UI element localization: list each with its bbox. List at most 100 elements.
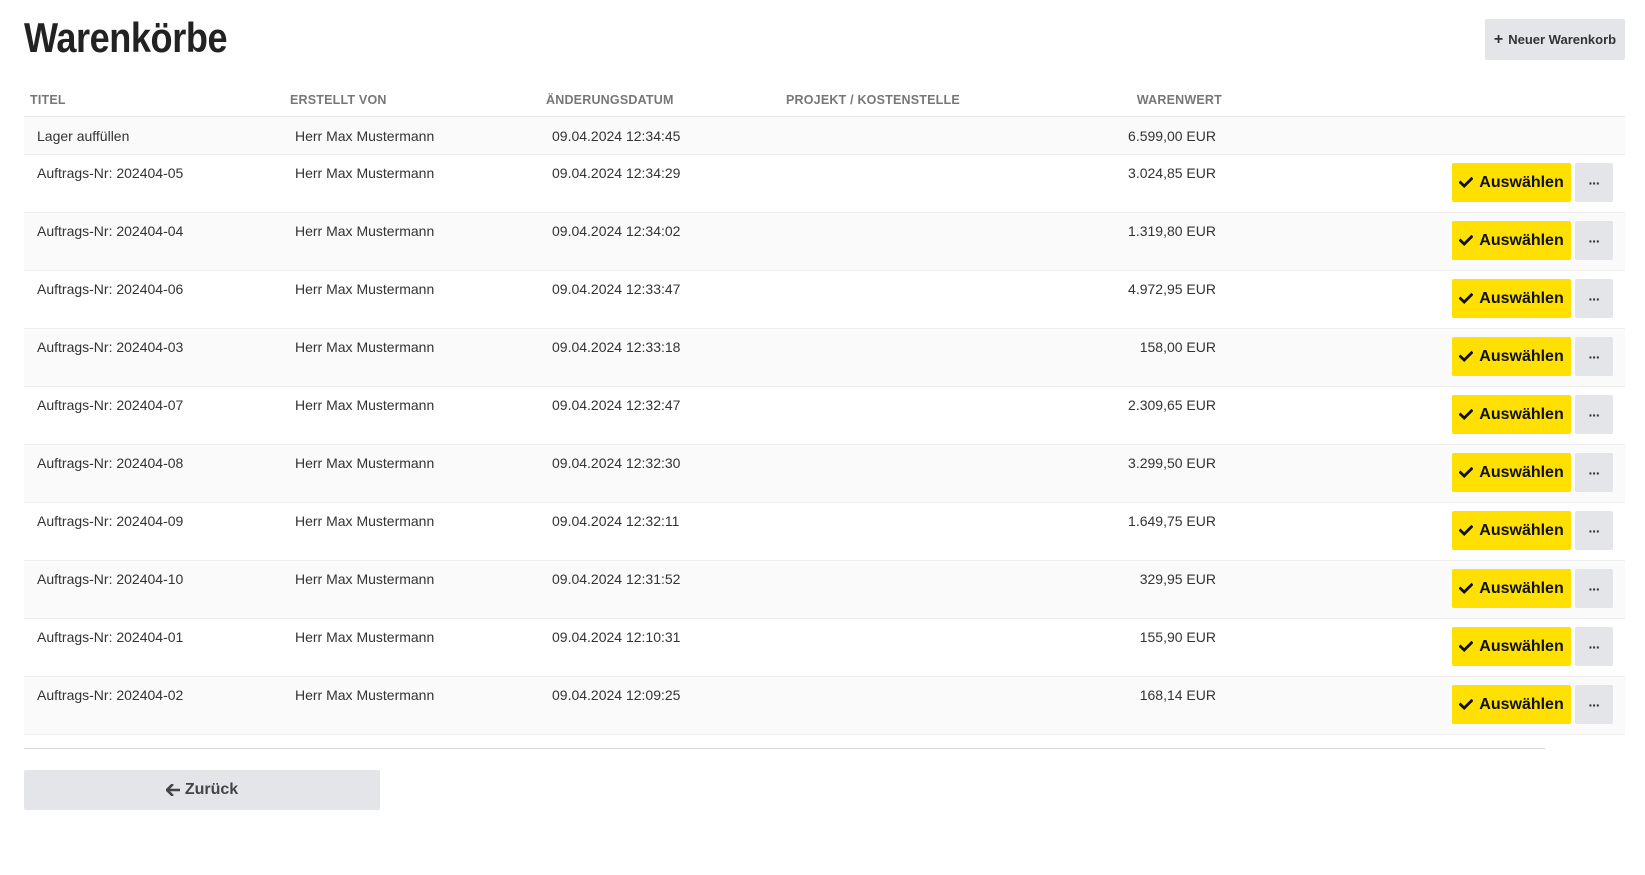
more-options-button[interactable]: ··· <box>1575 453 1613 492</box>
column-header-modified: ÄNDERUNGSDATUM <box>546 84 786 117</box>
cell-title-cell: Lager auffüllen <box>24 116 290 155</box>
check-icon <box>1459 293 1474 304</box>
select-button[interactable]: Auswählen <box>1452 221 1571 260</box>
select-label: Auswählen <box>1479 521 1564 539</box>
actions-cell: Auswählen ··· <box>1222 328 1625 387</box>
cell-value-cell: 1.649,75 EUR <box>1036 502 1222 561</box>
cell-title: Auftrags-Nr: 202404-07 <box>37 397 184 413</box>
cell-value: 155,90 EUR <box>1139 629 1216 645</box>
cell-project <box>786 619 1036 629</box>
row-actions: Auswählen ··· <box>1222 329 1625 376</box>
row-actions: Auswählen ··· <box>1222 271 1625 318</box>
cell-project-cell <box>786 386 1036 445</box>
cell-value-cell: 1.319,80 EUR <box>1036 212 1222 271</box>
new-cart-button[interactable]: + Neuer Warenkorb <box>1485 19 1625 60</box>
cell-title-cell: Auftrags-Nr: 202404-10 <box>24 560 290 619</box>
cell-modified-cell: 09.04.2024 12:33:47 <box>546 270 786 329</box>
check-icon <box>1459 351 1474 362</box>
ellipsis-icon: ··· <box>1588 464 1601 481</box>
select-label: Auswählen <box>1479 463 1564 481</box>
cell-value: 158,00 EUR <box>1139 339 1216 355</box>
cell-value: 4.972,95 EUR <box>1128 281 1216 297</box>
cell-value: 3.299,50 EUR <box>1128 455 1216 471</box>
select-button[interactable]: Auswählen <box>1452 511 1571 550</box>
actions-cell: Auswählen ··· <box>1222 502 1625 561</box>
more-options-button[interactable]: ··· <box>1575 511 1613 550</box>
select-button[interactable]: Auswählen <box>1452 337 1571 376</box>
cell-created-by: Herr Max Mustermann <box>295 687 435 703</box>
more-options-button[interactable]: ··· <box>1575 627 1613 666</box>
carts-table: TITEL ERSTELLT VON ÄNDERUNGSDATUM PROJEK… <box>24 84 1625 735</box>
cell-created-by: Herr Max Mustermann <box>295 513 435 529</box>
cell-title-cell: Auftrags-Nr: 202404-01 <box>24 618 290 677</box>
select-button[interactable]: Auswählen <box>1452 395 1571 434</box>
select-button[interactable]: Auswählen <box>1452 163 1571 202</box>
cell-project-cell <box>786 270 1036 329</box>
cell-value-cell: 4.972,95 EUR <box>1036 270 1222 329</box>
ellipsis-icon: ··· <box>1588 522 1601 539</box>
plus-icon: + <box>1493 30 1504 48</box>
select-button[interactable]: Auswählen <box>1452 453 1571 492</box>
cell-modified: 09.04.2024 12:31:52 <box>552 571 681 587</box>
cell-value-cell: 2.309,65 EUR <box>1036 386 1222 445</box>
cell-title-cell: Auftrags-Nr: 202404-03 <box>24 328 290 387</box>
cell-created-by: Herr Max Mustermann <box>295 127 435 144</box>
cell-modified: 09.04.2024 12:34:02 <box>552 223 681 239</box>
cell-modified-cell: 09.04.2024 12:31:52 <box>546 560 786 619</box>
more-options-button[interactable]: ··· <box>1575 163 1613 202</box>
cell-value: 1.319,80 EUR <box>1128 223 1216 239</box>
more-options-button[interactable]: ··· <box>1575 395 1613 434</box>
cell-modified: 09.04.2024 12:32:30 <box>552 455 681 471</box>
back-button[interactable]: Zurück <box>24 770 380 810</box>
cell-project <box>786 445 1036 455</box>
table-row: Auftrags-Nr: 202404-01 Herr Max Musterman… <box>24 618 1625 677</box>
cell-value-cell: 3.299,50 EUR <box>1036 444 1222 503</box>
cell-modified-cell: 09.04.2024 12:32:30 <box>546 444 786 503</box>
select-button[interactable]: Auswählen <box>1452 685 1571 724</box>
row-actions: Auswählen ··· <box>1222 561 1625 608</box>
cell-modified-cell: 09.04.2024 12:33:18 <box>546 328 786 387</box>
actions-cell: Auswählen ··· <box>1222 270 1625 329</box>
select-button[interactable]: Auswählen <box>1452 279 1571 318</box>
cell-project <box>786 329 1036 339</box>
cell-created-by-cell: Herr Max Mustermann <box>290 212 546 271</box>
cell-title: Auftrags-Nr: 202404-09 <box>37 513 184 529</box>
cell-created-by-cell: Herr Max Mustermann <box>290 154 546 213</box>
cell-title: Lager auffüllen <box>37 127 130 144</box>
actions-cell: Auswählen ··· <box>1222 560 1625 619</box>
more-options-button[interactable]: ··· <box>1575 279 1613 318</box>
actions-cell: Auswählen ··· <box>1222 618 1625 677</box>
carts-table-body: Lager auffüllen Herr Max Mustermann 09.04.… <box>24 116 1625 735</box>
cell-title-cell: Auftrags-Nr: 202404-02 <box>24 676 290 735</box>
cell-project <box>786 677 1036 687</box>
more-options-button[interactable]: ··· <box>1575 221 1613 260</box>
table-row: Auftrags-Nr: 202404-09 Herr Max Musterman… <box>24 502 1625 561</box>
more-options-button[interactable]: ··· <box>1575 569 1613 608</box>
ellipsis-icon: ··· <box>1588 348 1601 365</box>
table-row: Auftrags-Nr: 202404-04 Herr Max Musterman… <box>24 212 1625 271</box>
row-actions: Auswählen ··· <box>1222 155 1625 202</box>
table-row: Auftrags-Nr: 202404-03 Herr Max Musterman… <box>24 328 1625 387</box>
cell-title: Auftrags-Nr: 202404-04 <box>37 223 184 239</box>
select-button[interactable]: Auswählen <box>1452 627 1571 666</box>
select-label: Auswählen <box>1479 637 1564 655</box>
cell-value: 329,95 EUR <box>1139 571 1216 587</box>
cell-modified: 09.04.2024 12:33:47 <box>552 281 681 297</box>
ellipsis-icon: ··· <box>1588 174 1601 191</box>
table-row: Auftrags-Nr: 202404-02 Herr Max Musterman… <box>24 676 1625 735</box>
cell-project-cell <box>786 502 1036 561</box>
column-header-title: TITEL <box>24 84 290 117</box>
cell-created-by-cell: Herr Max Mustermann <box>290 444 546 503</box>
cell-modified: 09.04.2024 12:34:29 <box>552 165 681 181</box>
more-options-button[interactable]: ··· <box>1575 337 1613 376</box>
cell-modified-cell: 09.04.2024 12:10:31 <box>546 618 786 677</box>
cell-value-cell: 6.599,00 EUR <box>1036 116 1222 155</box>
check-icon <box>1459 583 1474 594</box>
cell-project-cell <box>786 618 1036 677</box>
page-title: Warenkörbe <box>24 14 228 61</box>
cell-project <box>786 213 1036 223</box>
ellipsis-icon: ··· <box>1588 406 1601 423</box>
cell-project-cell <box>786 328 1036 387</box>
more-options-button[interactable]: ··· <box>1575 685 1613 724</box>
select-button[interactable]: Auswählen <box>1452 569 1571 608</box>
